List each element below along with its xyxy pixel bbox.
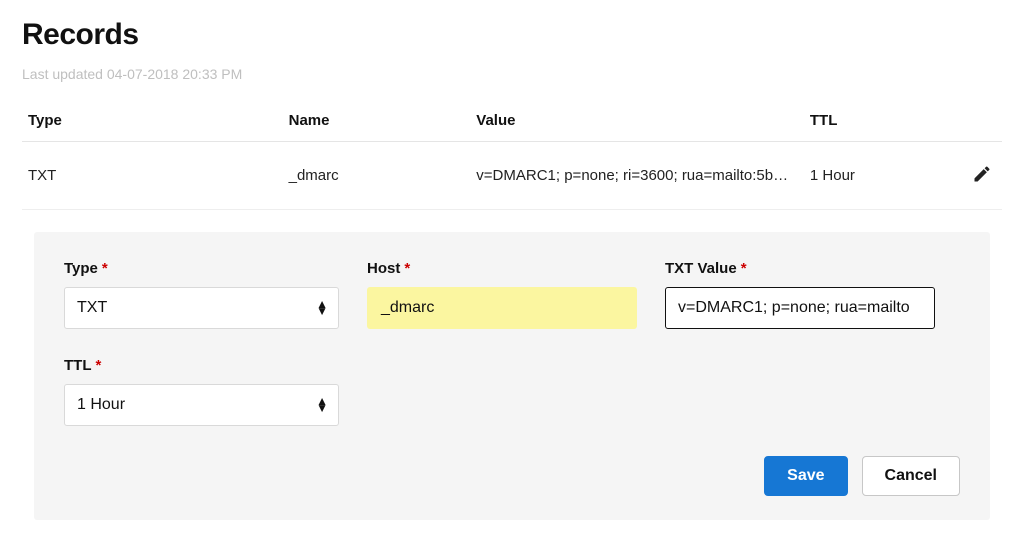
ttl-label: TTL* — [64, 357, 339, 374]
edit-button[interactable] — [968, 160, 996, 191]
pencil-icon — [972, 164, 992, 187]
host-field-value: _dmarc — [381, 299, 434, 317]
edit-record-panel: Type* TXT ▲▼ Host* _dmarc TXT Value* — [34, 232, 990, 520]
cell-name: _dmarc — [283, 142, 471, 210]
ttl-select[interactable]: 1 Hour ▲▼ — [64, 384, 339, 426]
select-arrows-icon: ▲▼ — [316, 301, 328, 315]
type-label: Type* — [64, 260, 339, 277]
table-row: TXT _dmarc v=DMARC1; p=none; ri=3600; ru… — [22, 142, 1002, 210]
save-button[interactable]: Save — [764, 456, 847, 496]
cell-ttl: 1 Hour — [804, 142, 950, 210]
ttl-select-value: 1 Hour — [77, 396, 125, 414]
col-header-actions — [950, 100, 1002, 142]
cell-type: TXT — [22, 142, 283, 210]
records-table: Type Name Value TTL TXT _dmarc v=DMARC1;… — [22, 100, 1002, 210]
type-select-value: TXT — [77, 299, 107, 317]
cell-value: v=DMARC1; p=none; ri=3600; rua=mailto:5b… — [470, 142, 804, 210]
txt-value-label: TXT Value* — [665, 260, 935, 277]
page-title: Records — [22, 18, 1002, 52]
col-header-value: Value — [470, 100, 804, 142]
last-updated: Last updated 04-07-2018 20:33 PM — [22, 66, 1002, 82]
col-header-type: Type — [22, 100, 283, 142]
txt-value-input[interactable] — [665, 287, 935, 329]
col-header-ttl: TTL — [804, 100, 950, 142]
host-label: Host* — [367, 260, 637, 277]
cancel-button[interactable]: Cancel — [862, 456, 960, 496]
select-arrows-icon: ▲▼ — [316, 398, 328, 412]
host-field[interactable]: _dmarc — [367, 287, 637, 329]
type-select[interactable]: TXT ▲▼ — [64, 287, 339, 329]
col-header-name: Name — [283, 100, 471, 142]
